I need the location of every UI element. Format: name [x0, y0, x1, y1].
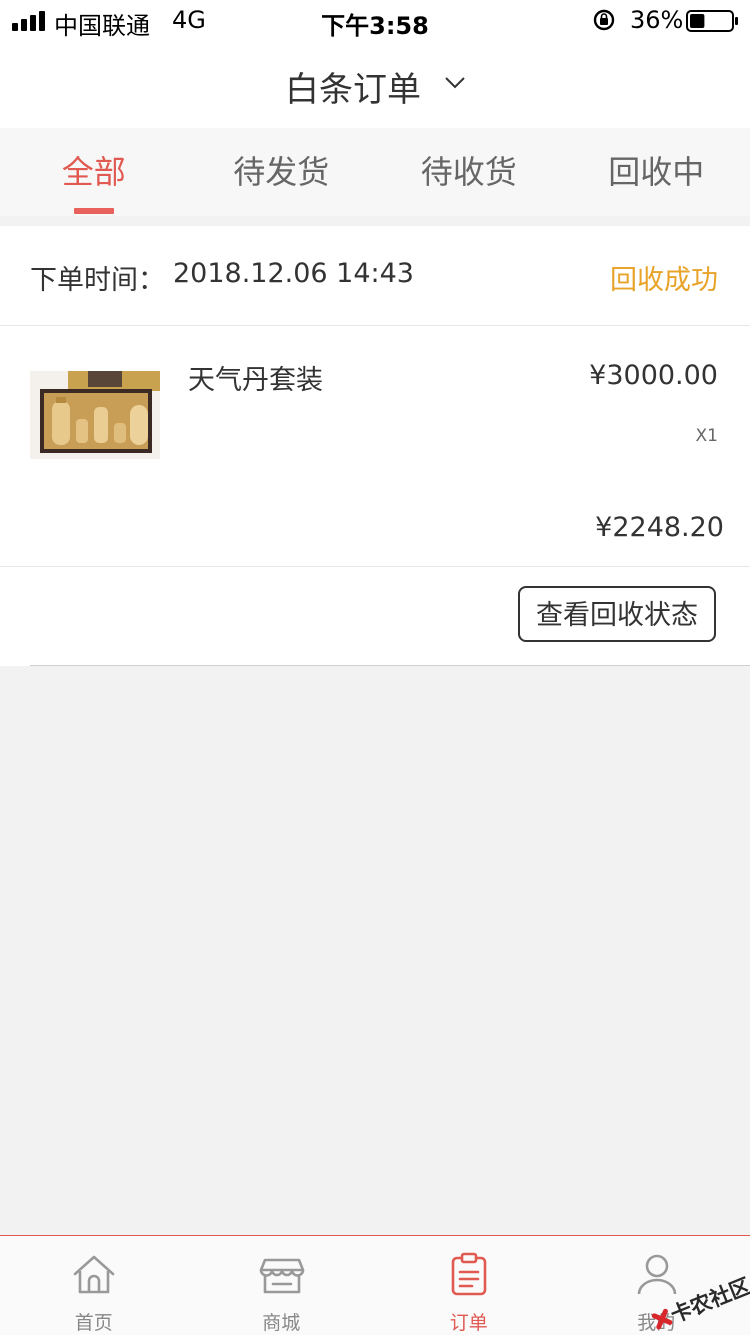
active-tab-indicator: [74, 208, 114, 214]
nav-home[interactable]: 首页: [0, 1236, 188, 1335]
order-card: 下单时间： 2018.12.06 14:43 回收成功 天气丹套装 ¥3000.…: [0, 226, 750, 666]
tab-label: 全部: [0, 128, 188, 193]
svg-text:卡农社区: 卡农社区: [667, 1274, 750, 1328]
title-bar: 白条订单: [0, 42, 750, 128]
view-recycle-status-button[interactable]: 查看回收状态: [518, 586, 716, 642]
nav-label: 首页: [0, 1308, 188, 1335]
product-price: ¥3000.00: [589, 360, 718, 391]
battery-icon: [686, 10, 740, 32]
tab-label: 待收货: [375, 128, 563, 193]
status-bar: 中国联通 4G 下午3:58 36%: [0, 0, 750, 42]
tab-pending-shipment[interactable]: 待发货: [188, 128, 376, 216]
order-total: ¥2248.20: [595, 512, 724, 543]
tab-recycling[interactable]: 回收中: [563, 128, 750, 216]
page-title[interactable]: 白条订单: [0, 62, 706, 111]
watermark-logo: 卡农社区: [644, 1270, 750, 1332]
tab-label: 回收中: [563, 128, 750, 193]
order-status: 回收成功: [610, 258, 718, 297]
nav-label: 商城: [188, 1308, 376, 1335]
tab-label: 待发货: [188, 128, 376, 193]
order-header: 下单时间： 2018.12.06 14:43 回收成功: [0, 226, 750, 326]
chevron-down-icon[interactable]: [444, 76, 466, 90]
product-thumbnail: [30, 371, 160, 459]
nav-label: 订单: [375, 1308, 563, 1335]
nav-orders[interactable]: 订单: [375, 1236, 563, 1335]
order-icon: [446, 1252, 492, 1298]
product-quantity: X1: [696, 426, 718, 446]
nav-store[interactable]: 商城: [188, 1236, 376, 1335]
product-row[interactable]: 天气丹套装 ¥3000.00 X1 ¥2248.20: [0, 326, 750, 567]
order-tabs: 全部 待发货 待收货 回收中: [0, 128, 750, 216]
tab-pending-receipt[interactable]: 待收货: [375, 128, 563, 216]
battery-percent: 36%: [630, 6, 683, 34]
bottom-nav: 首页 商城 订单 我的: [0, 1235, 750, 1335]
store-icon: [259, 1252, 305, 1298]
rotation-lock-icon: [592, 8, 616, 32]
order-time-label: 下单时间：: [30, 258, 165, 297]
product-name: 天气丹套装: [188, 358, 323, 397]
divider: [30, 665, 750, 666]
order-time: 2018.12.06 14:43: [173, 258, 414, 289]
tab-all[interactable]: 全部: [0, 128, 188, 216]
home-icon: [71, 1252, 117, 1298]
